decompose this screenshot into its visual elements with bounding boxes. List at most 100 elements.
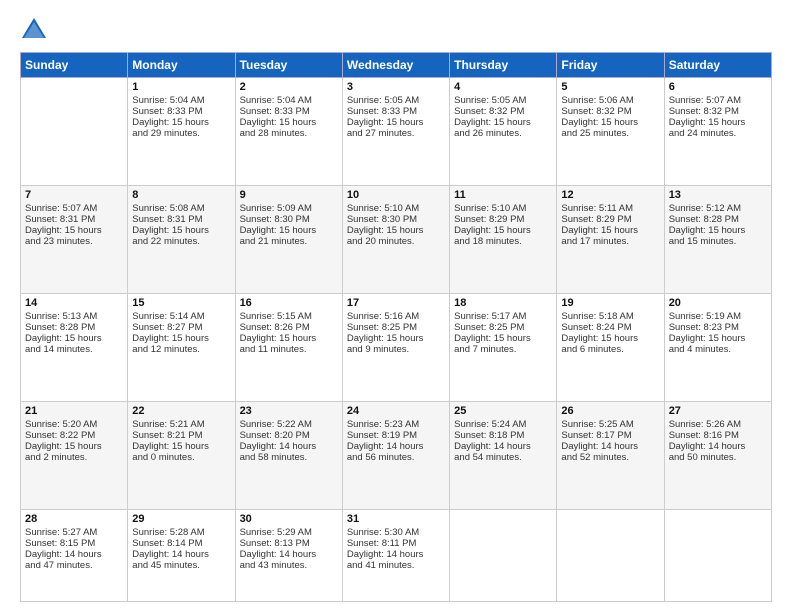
cell-info-line: Daylight: 15 hours xyxy=(25,225,123,236)
day-number: 31 xyxy=(347,513,445,525)
calendar-cell: 29Sunrise: 5:28 AMSunset: 8:14 PMDayligh… xyxy=(128,510,235,602)
calendar-cell: 4Sunrise: 5:05 AMSunset: 8:32 PMDaylight… xyxy=(450,78,557,186)
calendar-cell: 10Sunrise: 5:10 AMSunset: 8:30 PMDayligh… xyxy=(342,186,449,294)
cell-info-line: and 18 minutes. xyxy=(454,236,552,247)
cell-info-line: and 9 minutes. xyxy=(347,344,445,355)
cell-info-line: Sunset: 8:13 PM xyxy=(240,538,338,549)
day-number: 10 xyxy=(347,189,445,201)
cell-info-line: and 24 minutes. xyxy=(669,128,767,139)
cell-info-line: Sunrise: 5:18 AM xyxy=(561,311,659,322)
calendar-cell xyxy=(21,78,128,186)
cell-info-line: Sunrise: 5:12 AM xyxy=(669,203,767,214)
calendar-cell: 16Sunrise: 5:15 AMSunset: 8:26 PMDayligh… xyxy=(235,294,342,402)
cell-info-line: Daylight: 15 hours xyxy=(454,225,552,236)
cell-info-line: and 23 minutes. xyxy=(25,236,123,247)
cell-info-line: Sunset: 8:27 PM xyxy=(132,322,230,333)
day-number: 2 xyxy=(240,81,338,93)
calendar-cell: 18Sunrise: 5:17 AMSunset: 8:25 PMDayligh… xyxy=(450,294,557,402)
cell-info-line: Daylight: 14 hours xyxy=(240,549,338,560)
cell-info-line: Daylight: 15 hours xyxy=(561,117,659,128)
cell-info-line: Sunrise: 5:27 AM xyxy=(25,527,123,538)
cell-info-line: Daylight: 15 hours xyxy=(347,117,445,128)
calendar-cell xyxy=(557,510,664,602)
day-number: 21 xyxy=(25,405,123,417)
calendar-header-row: SundayMondayTuesdayWednesdayThursdayFrid… xyxy=(21,53,772,78)
calendar-cell: 25Sunrise: 5:24 AMSunset: 8:18 PMDayligh… xyxy=(450,402,557,510)
cell-info-line: Sunrise: 5:24 AM xyxy=(454,419,552,430)
calendar-cell: 7Sunrise: 5:07 AMSunset: 8:31 PMDaylight… xyxy=(21,186,128,294)
cell-info-line: Sunrise: 5:22 AM xyxy=(240,419,338,430)
cell-info-line: and 11 minutes. xyxy=(240,344,338,355)
cell-info-line: Daylight: 14 hours xyxy=(240,441,338,452)
cell-info-line: Daylight: 15 hours xyxy=(240,333,338,344)
cell-info-line: and 4 minutes. xyxy=(669,344,767,355)
calendar-week-row: 7Sunrise: 5:07 AMSunset: 8:31 PMDaylight… xyxy=(21,186,772,294)
cell-info-line: Sunset: 8:26 PM xyxy=(240,322,338,333)
calendar-cell: 8Sunrise: 5:08 AMSunset: 8:31 PMDaylight… xyxy=(128,186,235,294)
cell-info-line: Sunrise: 5:10 AM xyxy=(454,203,552,214)
cell-info-line: Sunrise: 5:26 AM xyxy=(669,419,767,430)
logo-icon xyxy=(20,16,48,44)
cell-info-line: and 6 minutes. xyxy=(561,344,659,355)
cell-info-line: Sunrise: 5:13 AM xyxy=(25,311,123,322)
cell-info-line: Sunset: 8:33 PM xyxy=(240,106,338,117)
calendar-week-row: 14Sunrise: 5:13 AMSunset: 8:28 PMDayligh… xyxy=(21,294,772,402)
day-number: 12 xyxy=(561,189,659,201)
cell-info-line: Sunset: 8:32 PM xyxy=(561,106,659,117)
calendar-cell: 23Sunrise: 5:22 AMSunset: 8:20 PMDayligh… xyxy=(235,402,342,510)
day-number: 20 xyxy=(669,297,767,309)
cell-info-line: Sunrise: 5:14 AM xyxy=(132,311,230,322)
cell-info-line: and 20 minutes. xyxy=(347,236,445,247)
calendar-cell: 12Sunrise: 5:11 AMSunset: 8:29 PMDayligh… xyxy=(557,186,664,294)
calendar-cell: 9Sunrise: 5:09 AMSunset: 8:30 PMDaylight… xyxy=(235,186,342,294)
cell-info-line: and 14 minutes. xyxy=(25,344,123,355)
cell-info-line: and 54 minutes. xyxy=(454,452,552,463)
calendar-cell: 14Sunrise: 5:13 AMSunset: 8:28 PMDayligh… xyxy=(21,294,128,402)
calendar-week-row: 1Sunrise: 5:04 AMSunset: 8:33 PMDaylight… xyxy=(21,78,772,186)
day-number: 24 xyxy=(347,405,445,417)
day-number: 25 xyxy=(454,405,552,417)
col-header-tuesday: Tuesday xyxy=(235,53,342,78)
calendar-cell: 2Sunrise: 5:04 AMSunset: 8:33 PMDaylight… xyxy=(235,78,342,186)
cell-info-line: Sunset: 8:30 PM xyxy=(240,214,338,225)
cell-info-line: and 58 minutes. xyxy=(240,452,338,463)
cell-info-line: Sunset: 8:19 PM xyxy=(347,430,445,441)
calendar-cell xyxy=(450,510,557,602)
day-number: 15 xyxy=(132,297,230,309)
cell-info-line: Sunrise: 5:29 AM xyxy=(240,527,338,538)
calendar-week-row: 28Sunrise: 5:27 AMSunset: 8:15 PMDayligh… xyxy=(21,510,772,602)
day-number: 16 xyxy=(240,297,338,309)
cell-info-line: and 0 minutes. xyxy=(132,452,230,463)
calendar-week-row: 21Sunrise: 5:20 AMSunset: 8:22 PMDayligh… xyxy=(21,402,772,510)
cell-info-line: and 29 minutes. xyxy=(132,128,230,139)
calendar-cell: 13Sunrise: 5:12 AMSunset: 8:28 PMDayligh… xyxy=(664,186,771,294)
cell-info-line: and 27 minutes. xyxy=(347,128,445,139)
cell-info-line: Sunset: 8:31 PM xyxy=(25,214,123,225)
cell-info-line: and 43 minutes. xyxy=(240,560,338,571)
cell-info-line: Sunset: 8:24 PM xyxy=(561,322,659,333)
cell-info-line: Sunrise: 5:25 AM xyxy=(561,419,659,430)
cell-info-line: Daylight: 15 hours xyxy=(132,441,230,452)
calendar-cell xyxy=(664,510,771,602)
cell-info-line: Daylight: 15 hours xyxy=(669,117,767,128)
col-header-monday: Monday xyxy=(128,53,235,78)
cell-info-line: Sunrise: 5:11 AM xyxy=(561,203,659,214)
cell-info-line: Sunset: 8:32 PM xyxy=(669,106,767,117)
day-number: 17 xyxy=(347,297,445,309)
cell-info-line: and 41 minutes. xyxy=(347,560,445,571)
cell-info-line: and 15 minutes. xyxy=(669,236,767,247)
cell-info-line: Sunrise: 5:23 AM xyxy=(347,419,445,430)
cell-info-line: and 22 minutes. xyxy=(132,236,230,247)
cell-info-line: Daylight: 15 hours xyxy=(132,225,230,236)
calendar-cell: 15 Sunrise: 5:14 AMSunset: 8:27 PMDayligh… xyxy=(128,294,235,402)
cell-info-line: Sunset: 8:11 PM xyxy=(347,538,445,549)
cell-info-line: Daylight: 14 hours xyxy=(25,549,123,560)
cell-info-line: and 52 minutes. xyxy=(561,452,659,463)
cell-info-line: and 7 minutes. xyxy=(454,344,552,355)
cell-info-line: Daylight: 14 hours xyxy=(454,441,552,452)
day-number: 6 xyxy=(669,81,767,93)
day-number: 29 xyxy=(132,513,230,525)
cell-info-line: Daylight: 15 hours xyxy=(132,333,230,344)
page: SundayMondayTuesdayWednesdayThursdayFrid… xyxy=(0,0,792,612)
cell-info-line: Daylight: 15 hours xyxy=(454,117,552,128)
